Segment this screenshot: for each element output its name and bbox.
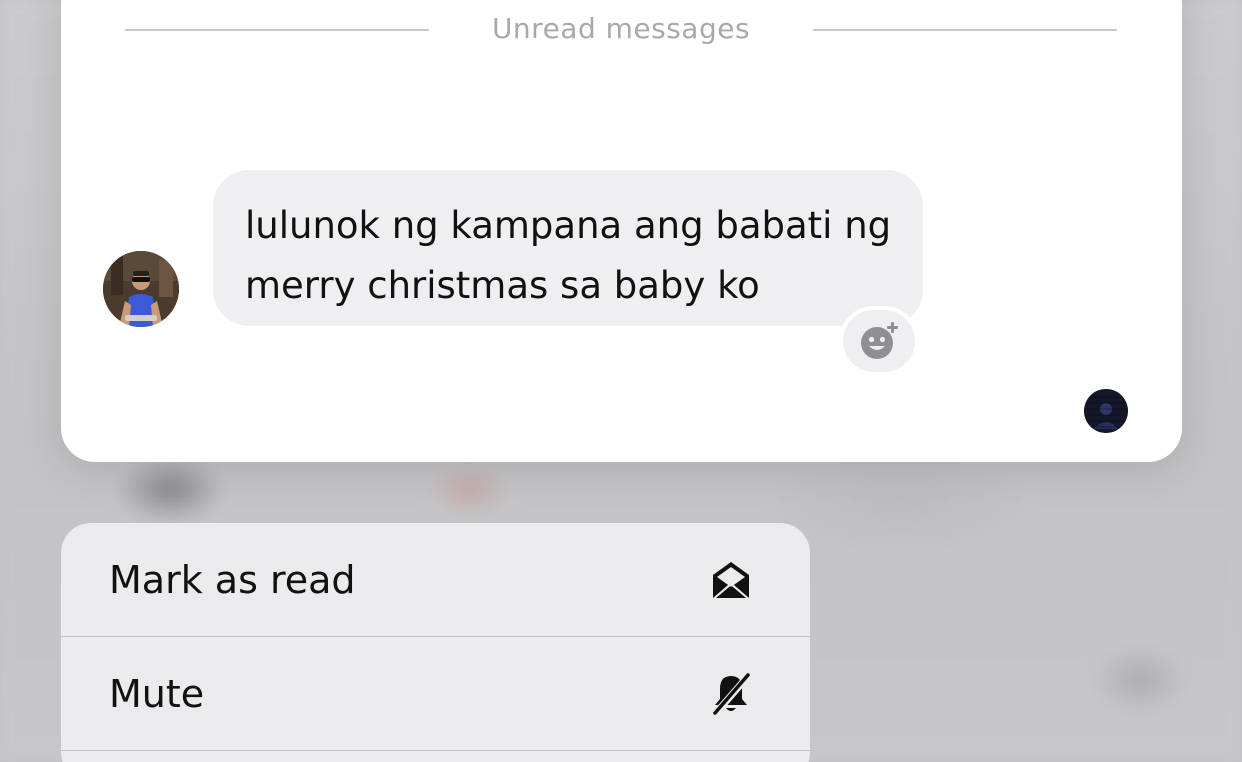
open-envelope-icon [713, 562, 749, 598]
seen-avatar-photo [1084, 389, 1128, 433]
avatar-photo [103, 251, 179, 327]
unread-messages-label: Unread messages [491, 12, 751, 45]
message-text-line: lulunok ng kampana ang babati ng [245, 204, 892, 247]
divider-line-right [813, 29, 1117, 31]
bell-slash-icon [711, 672, 753, 716]
message-text-line: merry christmas sa baby ko [245, 264, 760, 307]
add-reaction-icon [861, 322, 898, 359]
menu-item-mute[interactable]: Mute [61, 637, 810, 751]
context-menu: Mark as read Mute [61, 523, 810, 762]
unread-divider: Unread messages [125, 12, 1117, 59]
seen-by-avatar [1084, 389, 1128, 433]
sender-avatar [103, 251, 179, 327]
menu-item-label: Mute [109, 672, 205, 716]
menu-item-mark-as-read[interactable]: Mark as read [61, 523, 810, 637]
divider-line-left [125, 29, 429, 31]
message-preview-card: Unread messages lulunok ng kampana ang b… [61, 0, 1182, 462]
menu-item-label: Mark as read [109, 558, 356, 602]
message-text: lulunok ng kampana ang babati ng merry c… [245, 196, 905, 316]
message-bubble[interactable]: lulunok ng kampana ang babati ng merry c… [213, 170, 923, 326]
add-reaction-button[interactable] [839, 306, 919, 376]
